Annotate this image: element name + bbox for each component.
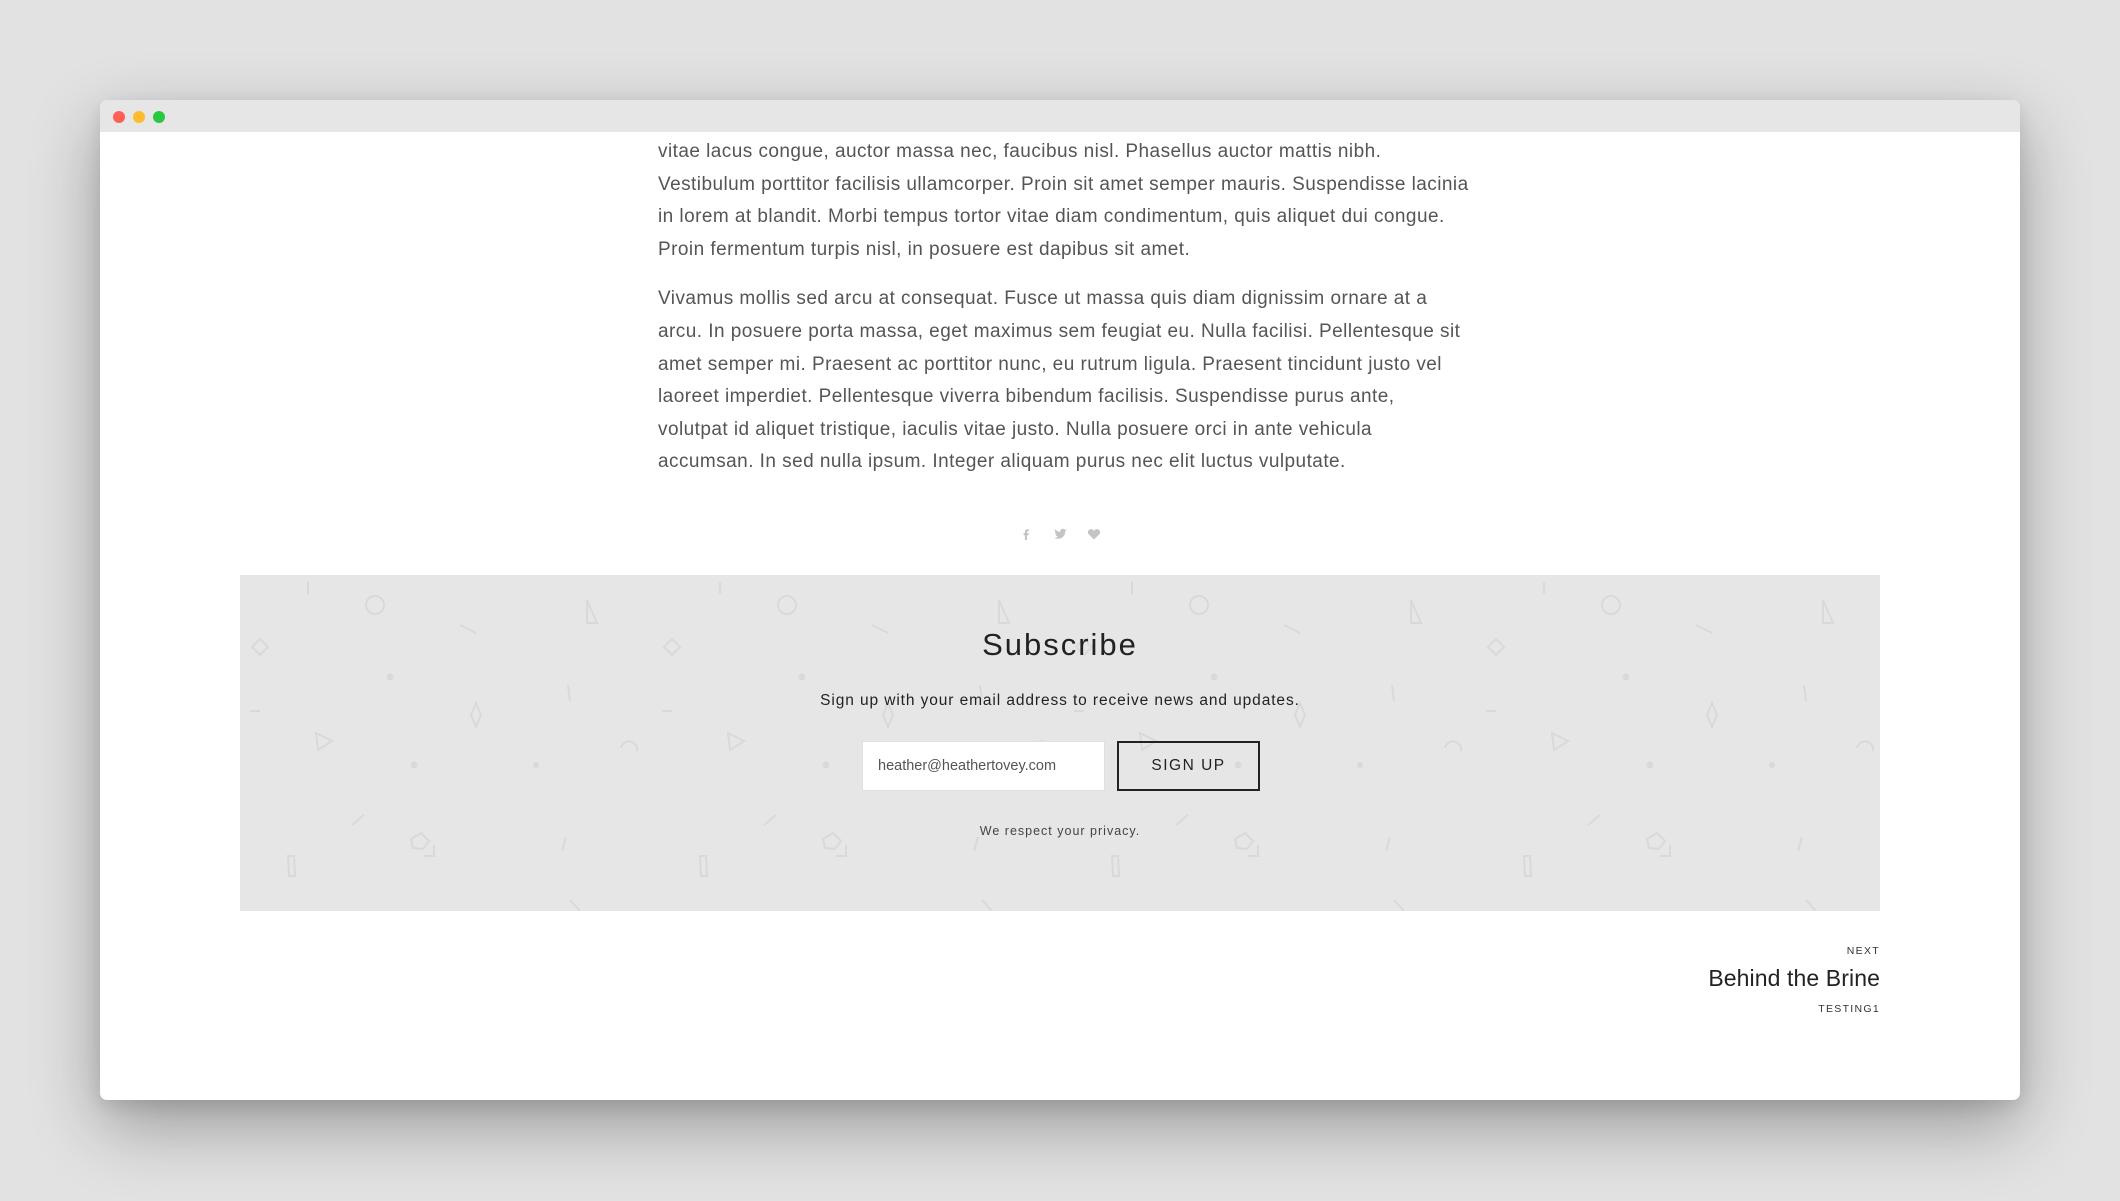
subscribe-form: SIGN UP xyxy=(862,741,1262,791)
share-buttons xyxy=(100,526,2020,542)
article-paragraph: Vivamus mollis sed arcu at consequat. Fu… xyxy=(658,288,1461,473)
window-titlebar xyxy=(100,100,2020,132)
next-post-link[interactable]: Behind the Brine xyxy=(1708,965,1880,992)
maximize-window-button[interactable] xyxy=(153,111,165,123)
minimize-window-button[interactable] xyxy=(133,111,145,123)
next-post-tag[interactable]: TESTING1 xyxy=(1708,1003,1880,1015)
email-field[interactable] xyxy=(862,741,1105,791)
article-body: vitae lacus congue, auctor massa nec, fa… xyxy=(658,136,1470,496)
next-label: NEXT xyxy=(1846,945,1880,957)
twitter-icon[interactable] xyxy=(1052,526,1068,542)
browser-window: vitae lacus congue, auctor massa nec, fa… xyxy=(100,100,2020,1100)
privacy-note: We respect your privacy. xyxy=(979,824,1141,838)
subscribe-title: Subscribe xyxy=(982,627,1138,662)
sign-up-button[interactable]: SIGN UP xyxy=(1117,741,1260,791)
close-window-button[interactable] xyxy=(113,111,125,123)
facebook-icon[interactable] xyxy=(1018,526,1034,542)
article-paragraph: vitae lacus congue, auctor massa nec, fa… xyxy=(658,141,1469,260)
subscribe-section: Subscribe Sign up with your email addres… xyxy=(240,575,1880,911)
heart-icon[interactable] xyxy=(1086,526,1102,542)
next-post-nav: NEXT Behind the Brine TESTING1 xyxy=(1708,945,1880,1015)
subscribe-description: Sign up with your email address to recei… xyxy=(820,692,1300,709)
